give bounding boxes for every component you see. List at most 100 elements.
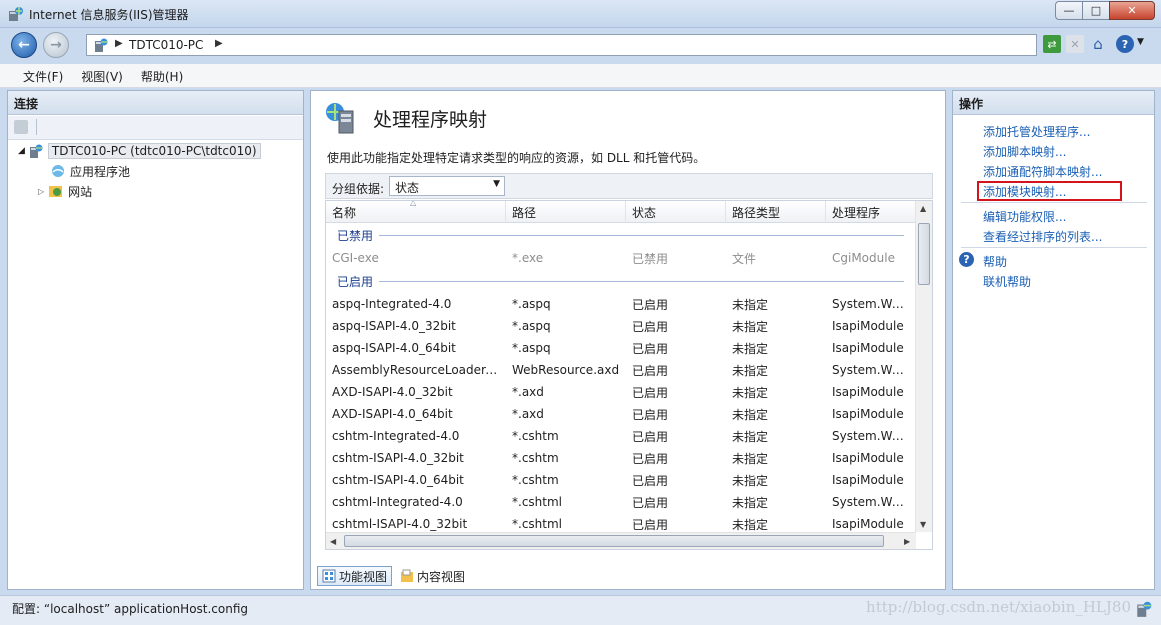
actions-pane: 操作 添加托管处理程序... 添加脚本映射... 添加通配符脚本映射... 添加… — [952, 90, 1155, 590]
page-description: 使用此功能指定处理特定请求类型的响应的资源，如 DLL 和托管代码。 — [327, 151, 706, 165]
column-header-handler[interactable]: 处理程序 — [826, 201, 916, 223]
table-row[interactable]: cshtm-ISAPI-4.0_32bit *.cshtm 已启用 未指定 IsapiM… — [326, 447, 916, 469]
column-header-state[interactable]: 状态 — [626, 201, 726, 223]
cell-state: 已启用 — [632, 429, 669, 444]
table-row[interactable]: cshtm-Integrated-4.0 *.cshtm 已启用 未指定 System.… — [326, 425, 916, 447]
table-row[interactable]: aspq-ISAPI-4.0_32bit *.aspq 已启用 未指定 IsapiMod… — [326, 315, 916, 337]
table-row[interactable]: cshtm-ISAPI-4.0_64bit *.cshtm 已启用 未指定 IsapiM… — [326, 469, 916, 491]
vertical-scroll-thumb[interactable] — [918, 223, 930, 285]
features-view-icon — [322, 569, 336, 583]
content-view-tab[interactable]: 内容视图 — [396, 566, 469, 586]
cell-name: cshtm-ISAPI-4.0_32bit — [332, 451, 464, 465]
cell-path: *.cshtm — [512, 451, 559, 465]
features-view-tab[interactable]: 功能视图 — [317, 566, 393, 586]
table-row[interactable]: aspq-ISAPI-4.0_64bit *.aspq 已启用 未指定 IsapiMod… — [326, 337, 916, 359]
tree-item-label: TDTC010-PC (tdtc010-PC\tdtc010) — [47, 143, 261, 159]
horizontal-scroll-thumb[interactable] — [344, 535, 884, 547]
column-header-path[interactable]: 路径 — [506, 201, 626, 223]
back-button[interactable]: ← — [11, 32, 37, 58]
cell-path-type: 未指定 — [732, 473, 769, 488]
cell-name: aspq-Integrated-4.0 — [332, 297, 452, 311]
refresh-icon[interactable]: ⇄ — [1043, 35, 1061, 53]
sites-folder-icon — [49, 186, 63, 197]
help-icon[interactable]: ? — [1116, 35, 1134, 53]
cell-state: 已启用 — [632, 517, 669, 532]
cell-state: 已启用 — [632, 495, 669, 510]
menu-file[interactable]: 文件(F) — [14, 64, 72, 87]
minimize-button[interactable]: — — [1055, 1, 1082, 20]
home-icon[interactable]: ⌂ — [1089, 35, 1107, 53]
group-header[interactable]: 已禁用 — [326, 223, 916, 247]
connect-icon[interactable] — [14, 120, 28, 134]
add-wildcard-script-map-link[interactable]: 添加通配符脚本映射... — [983, 163, 1102, 180]
address-bar[interactable]: ▶ TDTC010-PC ▶ — [86, 34, 1037, 56]
scroll-right-icon[interactable]: ▶ — [904, 537, 910, 546]
cell-handler: System.Web.Ht — [832, 495, 916, 509]
horizontal-scrollbar[interactable]: ◀ ▶ — [326, 532, 916, 549]
forward-button[interactable]: → — [43, 32, 69, 58]
handler-mappings-icon — [326, 103, 354, 134]
help-link[interactable]: 帮助 — [983, 253, 1007, 270]
table-row[interactable]: CGI-exe *.exe 已禁用 文件 CgiModule — [326, 247, 916, 269]
table-row[interactable]: AXD-ISAPI-4.0_32bit *.axd 已启用 未指定 IsapiModul… — [326, 381, 916, 403]
cell-name: aspq-ISAPI-4.0_64bit — [332, 341, 456, 355]
navigation-bar: ← → ▶ TDTC010-PC ▶ ⇄ ✕ ⌂ ? ▼ — [0, 28, 1161, 64]
group-by-label: 分组依据: — [332, 182, 385, 196]
online-help-link[interactable]: 联机帮助 — [983, 273, 1031, 290]
tree-collapse-icon[interactable]: ◢ — [18, 146, 25, 156]
tree-expand-icon[interactable]: ▷ — [38, 187, 44, 196]
tree-item-label: 网站 — [68, 184, 93, 199]
view-switcher: 功能视图 内容视图 — [317, 566, 473, 588]
edit-feature-permissions-link[interactable]: 编辑功能权限... — [983, 208, 1066, 225]
sort-ascending-icon: △ — [410, 201, 417, 207]
cell-state: 已启用 — [632, 451, 669, 466]
cell-path: *.aspq — [512, 341, 551, 355]
app-pool-icon — [52, 165, 64, 177]
cell-handler: IsapiModule — [832, 407, 904, 421]
column-header-name[interactable]: 名称 △ — [326, 201, 506, 223]
scroll-left-icon[interactable]: ◀ — [330, 537, 336, 546]
cell-name: cshtm-ISAPI-4.0_64bit — [332, 473, 464, 487]
group-header[interactable]: 已启用 — [326, 269, 916, 293]
add-managed-handler-link[interactable]: 添加托管处理程序... — [983, 123, 1090, 140]
stop-icon[interactable]: ✕ — [1066, 35, 1084, 53]
table-row[interactable]: AssemblyResourceLoader-I... WebResource.a… — [326, 359, 916, 381]
cell-state: 已禁用 — [632, 251, 669, 266]
breadcrumb-chevron-icon[interactable]: ▶ — [215, 38, 223, 49]
menu-view[interactable]: 视图(V) — [72, 64, 132, 87]
menu-bar: 文件(F) 视图(V) 帮助(H) — [0, 64, 1161, 88]
tree-item-app-pools[interactable]: 应用程序池 — [50, 161, 130, 181]
arrow-left-icon: ← — [18, 37, 30, 53]
scroll-up-icon[interactable]: ▲ — [920, 204, 926, 213]
help-dropdown-icon[interactable]: ▼ — [1137, 37, 1144, 47]
dropdown-arrow-icon: ▼ — [493, 179, 500, 189]
column-header-path-type[interactable]: 路径类型 — [726, 201, 826, 223]
cell-handler: System.Web.Ht — [832, 429, 916, 443]
breadcrumb-chevron-icon[interactable]: ▶ — [115, 38, 123, 49]
maximize-button[interactable]: □ — [1082, 1, 1109, 20]
table-row[interactable]: cshtml-Integrated-4.0 *.cshtml 已启用 未指定 Syste… — [326, 491, 916, 513]
close-button[interactable]: ✕ — [1109, 1, 1155, 20]
table-row[interactable]: AXD-ISAPI-4.0_64bit *.axd 已启用 未指定 IsapiModul… — [326, 403, 916, 425]
cell-handler: System.Web.Ht — [832, 297, 916, 311]
view-ordered-list-link[interactable]: 查看经过排序的列表... — [983, 228, 1102, 245]
status-text: 配置: “localhost” applicationHost.config — [12, 602, 249, 616]
tree-item-server[interactable]: ◢ TDTC010-PC (tdtc010-PC\tdtc010) — [18, 141, 261, 161]
vertical-scrollbar[interactable]: ▲ ▼ — [915, 201, 932, 532]
group-by-select[interactable]: 状态 ▼ — [389, 176, 505, 196]
content-view-label: 内容视图 — [417, 569, 466, 584]
server-icon — [95, 38, 108, 52]
table-row[interactable]: aspq-Integrated-4.0 *.aspq 已启用 未指定 System.We… — [326, 293, 916, 315]
add-script-map-link[interactable]: 添加脚本映射... — [983, 143, 1066, 160]
cell-path-type: 文件 — [732, 251, 757, 266]
connections-pane: 连接 ◢ TDTC010-PC (tdtc010-PC\tdtc010) 应用程… — [7, 90, 304, 590]
cell-state: 已启用 — [632, 407, 669, 422]
handler-list[interactable]: 名称 △ 路径 状态 路径类型 处理程序 已禁用 CGI-exe *.exe 已禁用文… — [325, 200, 933, 550]
breadcrumb-server[interactable]: TDTC010-PC — [129, 38, 203, 52]
menu-help[interactable]: 帮助(H) — [132, 64, 192, 87]
highlight-annotation — [977, 181, 1122, 201]
actions-divider — [961, 202, 1147, 203]
server-icon — [29, 144, 43, 158]
scroll-down-icon[interactable]: ▼ — [920, 520, 926, 529]
tree-item-sites[interactable]: ▷ 网站 — [38, 181, 92, 201]
